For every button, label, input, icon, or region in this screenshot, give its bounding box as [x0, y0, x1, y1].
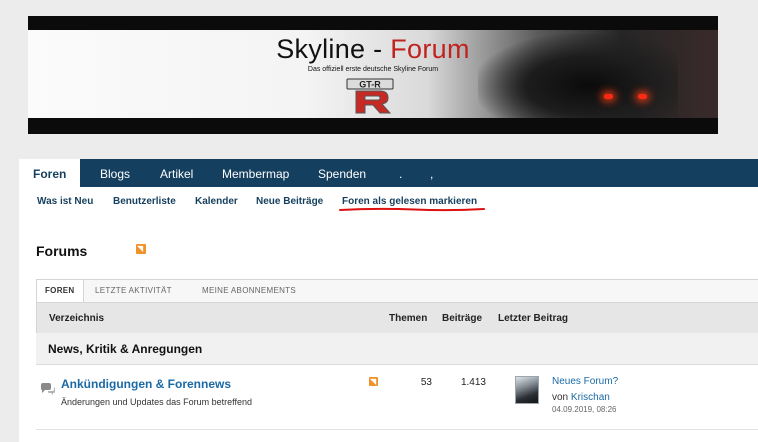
speech-bubbles-icon [41, 383, 55, 395]
forum-rss-icon[interactable]: ◥ [369, 377, 378, 386]
header-directory: Verzeichnis [49, 313, 105, 324]
gtr-logo: GT-R [346, 78, 394, 114]
header-last-post: Letzter Beitrag [498, 313, 569, 324]
red-underline-annotation [339, 207, 485, 212]
header-topics: Themen [389, 313, 428, 324]
nav-tab-spenden[interactable]: Spenden [318, 159, 366, 187]
tab-recent-activity[interactable]: LETZTE AKTIVITÄT [95, 280, 172, 302]
gtr-logo-text: GT-R [359, 80, 381, 90]
page-title: Forums [36, 243, 88, 259]
site-title-accent: Forum [390, 34, 470, 64]
forum-posts-count: 1.413 [460, 377, 486, 388]
category-row[interactable]: News, Kritik & Anregungen [36, 333, 758, 365]
header-posts: Beiträge [442, 313, 483, 324]
nav-tab-artikel[interactable]: Artikel [160, 159, 193, 187]
subnav-calendar[interactable]: Kalender [195, 196, 238, 207]
site-subtitle: Das offiziell erste deutsche Skyline For… [307, 66, 439, 73]
tab-my-subscriptions[interactable]: MEINE ABONNEMENTS [202, 280, 296, 302]
last-post-title-link[interactable]: Neues Forum? [552, 376, 618, 387]
taillight-left [604, 94, 613, 99]
site-title-main: Skyline - [276, 34, 383, 64]
banner-top-stripe [28, 16, 718, 30]
nav-tab-blogs[interactable]: Blogs [100, 159, 130, 187]
nav-tab-membermap[interactable]: Membermap [222, 159, 289, 187]
subnav-mark-forums-read[interactable]: Foren als gelesen markieren [342, 196, 477, 207]
forum-title-link[interactable]: Ankündigungen & Forennews [61, 377, 231, 391]
last-post-date: 04.09.2019, 08:26 [552, 405, 617, 414]
nav-tab-foren[interactable]: Foren [19, 159, 81, 187]
forum-view-tabs: FOREN LETZTE AKTIVITÄT MEINE ABONNEMENTS [36, 279, 758, 302]
subnav-new-posts[interactable]: Neue Beiträge [256, 196, 323, 207]
forum-topics-count: 53 [420, 377, 432, 388]
last-post-author: von Krischan [552, 392, 610, 403]
taillight-right [638, 94, 647, 99]
nav-tab-dot[interactable]: . [399, 159, 402, 187]
site-banner[interactable]: Skyline - Forum Das offiziell erste deut… [28, 16, 718, 134]
tab-foren[interactable]: FOREN [37, 280, 84, 302]
forum-description: Änderungen und Updates das Forum betreff… [61, 397, 252, 407]
main-content: Forums ◥ FOREN LETZTE AKTIVITÄT MEINE AB… [19, 215, 758, 442]
last-post-user-link[interactable]: Krischan [571, 392, 610, 403]
nav-tab-comma[interactable]: , [430, 159, 433, 187]
table-header: Verzeichnis Themen Beiträge Letzter Beit… [36, 302, 758, 334]
forum-row[interactable]: Ankündigungen & Forennews Änderungen und… [36, 365, 758, 430]
category-title: News, Kritik & Anregungen [48, 342, 203, 356]
avatar[interactable] [515, 376, 539, 404]
subnav-whats-new[interactable]: Was ist Neu [37, 196, 93, 207]
last-post-by-prefix: von [552, 392, 569, 403]
subnav-member-list[interactable]: Benutzerliste [113, 196, 176, 207]
main-navigation: Foren Blogs Artikel Membermap Spenden . … [19, 159, 758, 187]
banner-bottom-stripe [28, 118, 718, 134]
site-title: Skyline - Forum [28, 34, 718, 65]
rss-icon[interactable]: ◥ [136, 244, 146, 254]
